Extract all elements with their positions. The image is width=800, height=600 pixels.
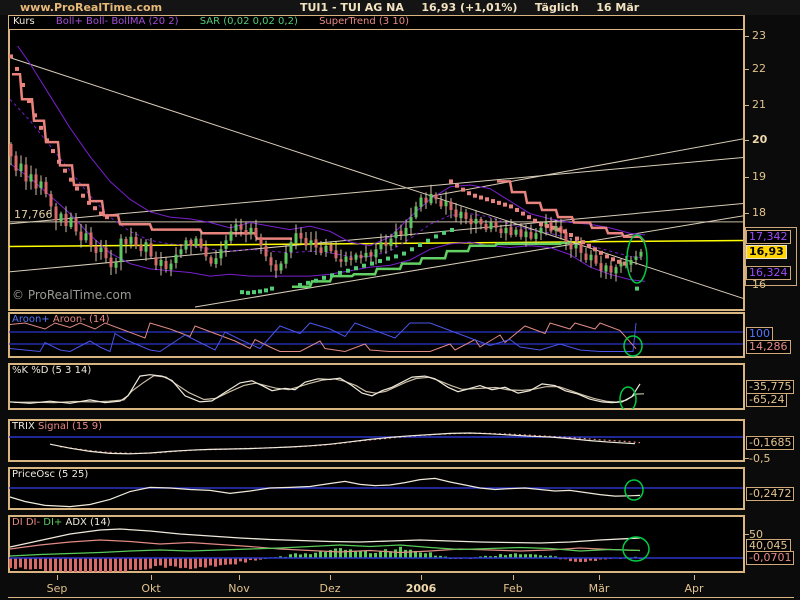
adx-label: DI DI- DI+ ADX (14) — [12, 517, 111, 528]
legend-supertrend: SuperTrend (3 10) — [319, 16, 409, 27]
month-label: Sep — [47, 582, 68, 595]
symbol-name: TUI1 - TUI AG NA — [300, 1, 404, 14]
price-value-box: 16,324 — [746, 266, 791, 280]
adx-label-part: ADX (14) — [65, 517, 110, 528]
date-label: 16 Mär — [596, 1, 639, 14]
price-tick-label: 18 — [752, 206, 766, 219]
price-tick — [744, 69, 749, 70]
stoch-value-box: -35,775 — [746, 380, 794, 394]
month-tick — [421, 575, 422, 580]
stoch-value-box: -65,24 — [746, 393, 787, 407]
aroon-value-box: 100 — [746, 327, 773, 341]
month-tick — [330, 575, 331, 580]
price-tick — [744, 140, 749, 141]
priceosc-label-part: PriceOsc (5 25) — [12, 469, 88, 480]
month-label: Nov — [228, 582, 249, 595]
stoch-canvas[interactable] — [9, 364, 743, 409]
legend-kurs: Kurs — [13, 16, 35, 27]
price-level-label: 17,766 — [14, 208, 53, 221]
month-label: 2006 — [406, 582, 437, 595]
month-tick — [694, 575, 695, 580]
price-tick-label: 20 — [752, 133, 767, 146]
priceosc-label: PriceOsc (5 25) — [12, 469, 88, 480]
month-tick — [151, 575, 152, 580]
prorealtime-logo[interactable]: www.ProRealTime.com — [20, 1, 162, 14]
trix-tick-label: -0,5 — [749, 452, 770, 465]
stoch-label: %K %D (5 3 14) — [12, 365, 91, 376]
price-chart-canvas[interactable] — [9, 46, 743, 309]
legend-sar: SAR (0,02 0,02 0,2) — [200, 16, 298, 27]
month-tick — [239, 575, 240, 580]
adx-label-part: DI — [12, 517, 26, 528]
trix-canvas[interactable] — [9, 420, 743, 461]
aroon-label-part: Aroon+ — [12, 314, 50, 325]
price-tick — [744, 213, 749, 214]
priceosc-value-box: -0,2472 — [746, 487, 794, 501]
legend-bollinger: Boll+ Boll- BollMA (20 2) — [56, 16, 179, 27]
price-value-box: 16,93 — [746, 245, 787, 259]
month-label: Feb — [503, 582, 522, 595]
bottom-border-line — [8, 597, 794, 598]
price-tick — [744, 36, 749, 37]
adx-value-box: -0,0701 — [746, 551, 794, 565]
month-label: Dez — [319, 582, 340, 595]
priceosc-canvas[interactable] — [9, 468, 743, 509]
adx-label-part: DI- — [26, 517, 43, 528]
month-label: Okt — [141, 582, 160, 595]
proreal-time-chart-window: { "header": { "logo": "www.ProRealTime.c… — [0, 0, 800, 600]
top-title-bar: www.ProRealTime.com TUI1 - TUI AG NA 16,… — [0, 0, 800, 15]
month-label: Mär — [589, 582, 610, 595]
month-tick — [513, 575, 514, 580]
aroon-label-part: Aroon- (14) — [50, 314, 110, 325]
stoch-label-part: %K %D (5 3 14) — [12, 365, 91, 376]
aroon-label: Aroon+ Aroon- (14) — [12, 314, 110, 325]
timeframe-label: Täglich — [535, 1, 579, 14]
trix-label-part: TRIX — [12, 421, 38, 432]
price-tick-label: 23 — [752, 29, 766, 42]
trix-label: TRIX Signal (15 9) — [12, 421, 102, 432]
watermark: © ProRealTime.com — [12, 288, 132, 302]
price-tick-label: 22 — [752, 62, 766, 75]
time-axis: Sep Okt Nov Dez 2006 Feb Mär Apr — [8, 574, 745, 598]
trix-value-box: -0,1685 — [746, 436, 794, 450]
trix-label-part: Signal (15 9) — [38, 421, 102, 432]
price-tick — [744, 177, 749, 178]
price-tick — [744, 105, 749, 106]
price-chart-legend: Kurs Boll+ Boll- BollMA (20 2) SAR (0,02… — [9, 16, 743, 30]
aroon-canvas[interactable] — [9, 313, 743, 357]
last-quote: 16,93 (+1,01%) — [421, 1, 517, 14]
month-tick — [57, 575, 58, 580]
instrument-title: TUI1 - TUI AG NA 16,93 (+1,01%) Täglich … — [300, 1, 653, 14]
adx-label-part: DI+ — [43, 517, 65, 528]
adx-canvas[interactable] — [9, 516, 743, 572]
price-tick-label: 21 — [752, 98, 766, 111]
price-value-box: 17,342 — [746, 230, 791, 244]
aroon-value-box: 14,286 — [746, 340, 791, 354]
month-label: Apr — [684, 582, 703, 595]
month-tick — [599, 575, 600, 580]
price-tick-label: 19 — [752, 170, 766, 183]
